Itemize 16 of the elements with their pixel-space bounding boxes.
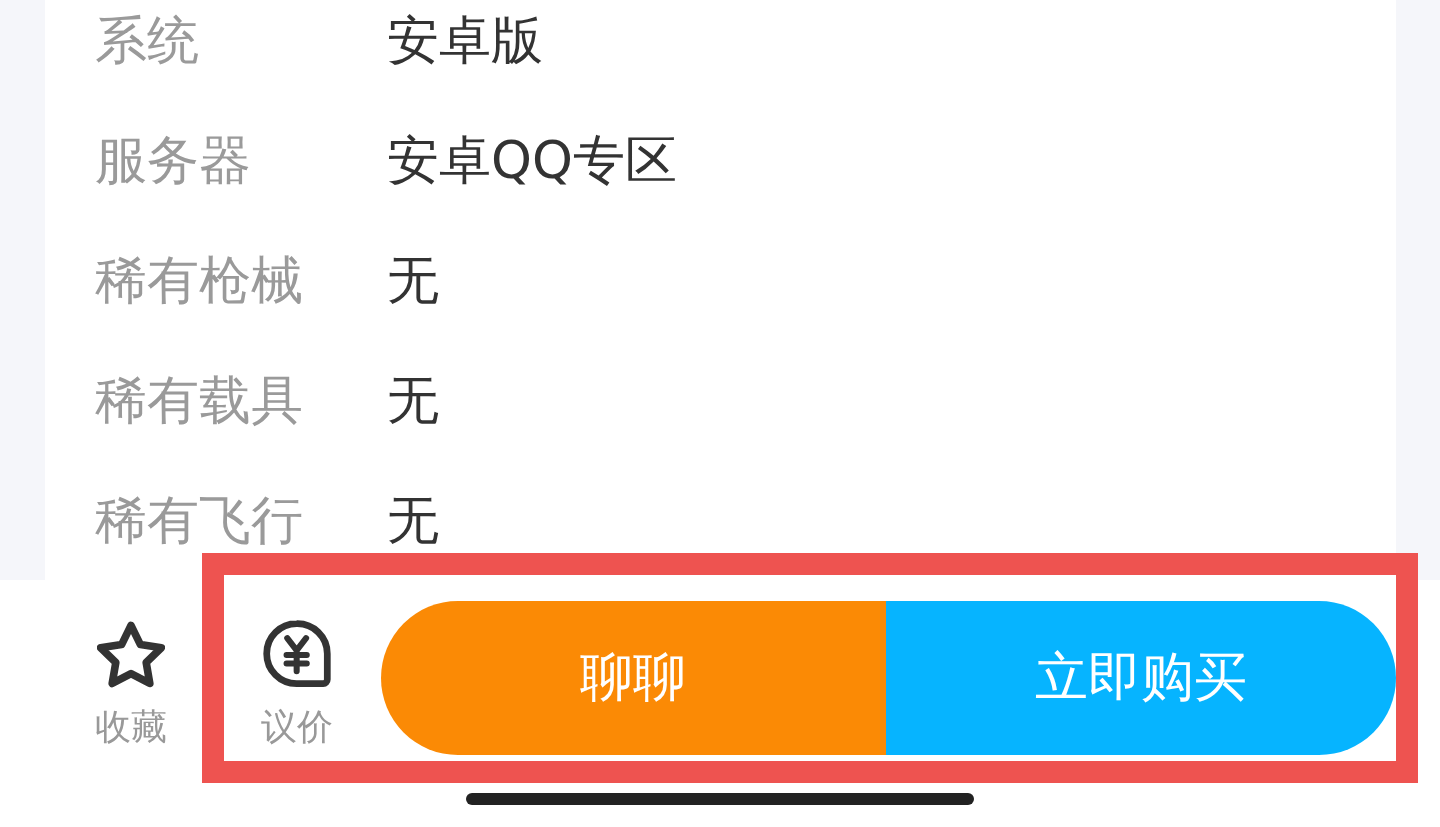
buy-button[interactable]: 立即购买 bbox=[886, 601, 1396, 755]
chat-button[interactable]: 聊聊 bbox=[381, 601, 886, 755]
bargain-button[interactable]: 议价 bbox=[261, 620, 333, 748]
detail-value: 无 bbox=[387, 488, 439, 552]
detail-label: 稀有枪械 bbox=[95, 248, 304, 312]
yen-bubble-icon bbox=[263, 620, 331, 689]
detail-value: 无 bbox=[387, 368, 439, 432]
detail-label: 稀有载具 bbox=[95, 368, 304, 432]
detail-label: 稀有飞行 bbox=[95, 488, 304, 552]
detail-label: 服务器 bbox=[95, 128, 252, 192]
detail-value: 安卓QQ专区 bbox=[387, 128, 677, 192]
detail-label: 系统 bbox=[95, 8, 200, 72]
favorite-button[interactable]: 收藏 bbox=[95, 620, 167, 748]
detail-value: 无 bbox=[387, 248, 439, 312]
detail-value: 安卓版 bbox=[387, 8, 543, 72]
star-icon bbox=[97, 620, 165, 689]
